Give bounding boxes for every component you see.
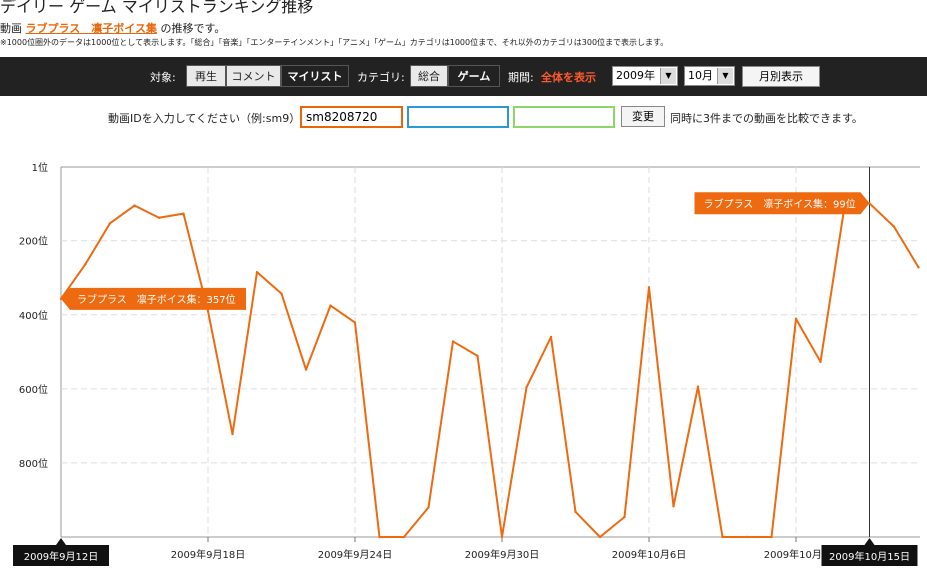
data-point <box>770 535 773 539</box>
x-tick-label: 2009年9月24日 <box>318 548 393 561</box>
data-point <box>108 222 112 225</box>
date-marker: 2009年9月12日 <box>13 538 109 566</box>
y-tick-label: 200位 <box>19 235 48 248</box>
data-point <box>721 535 724 539</box>
value-callout-label: ラブプラス 凛子ボイス集：357位 <box>77 293 236 306</box>
data-point <box>329 304 332 307</box>
ranking-chart: 1位 200位 400位 600位 800位 2009年9月18日 2009年9月24日 20… <box>13 161 920 566</box>
data-point <box>476 354 479 358</box>
data-point <box>647 286 651 289</box>
data-point <box>206 309 210 313</box>
data-point <box>917 266 920 269</box>
series-line <box>60 202 920 538</box>
date-marker-pointer <box>56 538 66 545</box>
value-callout: ラブプラス 凛子ボイス集：357位 <box>61 287 246 310</box>
data-point <box>378 535 381 539</box>
data-point <box>892 225 896 228</box>
data-point <box>427 506 430 509</box>
data-point <box>696 385 700 388</box>
y-tick-label: 800位 <box>19 457 48 470</box>
x-tick-label: 2009年9月18日 <box>171 548 246 561</box>
data-point <box>745 535 749 539</box>
data-point <box>280 292 283 295</box>
data-point <box>353 321 357 324</box>
data-point <box>84 262 87 266</box>
x-tick-label: 2009年9月30日 <box>465 548 540 561</box>
date-marker-label: 2009年10月15日 <box>829 550 910 563</box>
data-point <box>574 510 577 514</box>
data-point <box>182 212 185 215</box>
data-point <box>133 204 136 207</box>
value-callout: ラブプラス 凛子ボイス集：99位 <box>694 192 870 215</box>
date-marker-pointer <box>864 538 875 545</box>
data-point <box>525 386 528 389</box>
data-point <box>304 368 308 371</box>
data-point <box>598 535 602 539</box>
data-point <box>819 360 822 364</box>
date-marker: 2009年10月15日 <box>821 538 918 566</box>
y-tick-label: 1位 <box>32 161 48 174</box>
data-point <box>549 335 553 339</box>
date-marker-label: 2009年9月12日 <box>24 550 99 563</box>
x-tick-label: 2009年10月6日 <box>612 548 687 561</box>
data-point <box>157 216 161 219</box>
y-tick-label: 600位 <box>19 383 48 396</box>
data-point <box>402 535 406 539</box>
data-point <box>451 340 455 343</box>
data-point <box>231 432 234 436</box>
data-point <box>672 505 675 508</box>
y-tick-label: 400位 <box>19 309 48 322</box>
data-point <box>623 515 626 519</box>
data-point <box>500 535 504 539</box>
data-point <box>255 270 259 274</box>
x-tick-label: 2009年10月1 <box>764 548 829 561</box>
data-point <box>794 317 798 321</box>
value-callout-label: ラブプラス 凛子ボイス集：99位 <box>704 197 856 210</box>
